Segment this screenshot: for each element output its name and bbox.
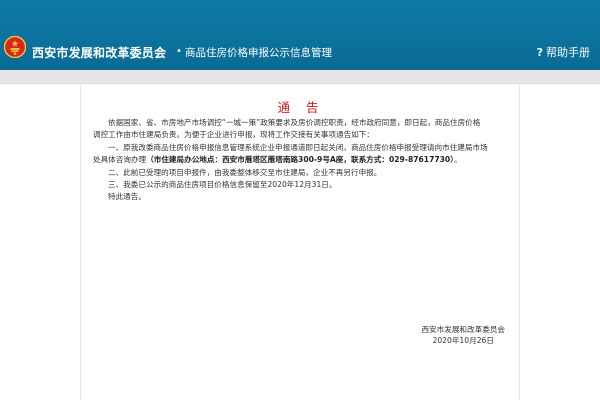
help-manual-link[interactable]: ? 帮助手册	[537, 44, 590, 60]
notice-panel: 通 告 依据国家、省、市房地产市场调控“一城一策”政策要求及房价调控职责，经市政…	[80, 84, 520, 400]
title-separator: •	[176, 46, 182, 57]
site-title[interactable]: 西安市发展和改革委员会	[32, 44, 166, 61]
paragraph-2-prefix: 处具体咨询办理	[93, 155, 147, 165]
notice-body: 依据国家、省、市房地产市场调控“一城一策”政策要求及房价调控职责，经市政府同意，…	[93, 117, 519, 204]
notice-title: 通 告	[277, 100, 325, 115]
national-emblem-icon	[4, 36, 26, 58]
help-manual-label: 帮助手册	[546, 46, 590, 59]
paragraph-4: 三、我委已公示的商品住房项目价格信息保留至2020年12月31日。	[108, 180, 337, 190]
contact-info: （市住建局办公地点：西安市雁塔区雁塔南路300-9号A座，联系方式：029-87…	[146, 155, 455, 165]
top-header: 西安市发展和改革委员会 • 商品住房价格申报公示信息管理 ? 帮助手册	[0, 0, 600, 70]
paragraph-2-line-1: 一、原我改委商品住房价格申报信息管理系统企业申报通道即日起关闭，商品住房价格申报…	[108, 142, 488, 152]
paragraph-2-line-2: 处具体咨询办理（市住建局办公地点：西安市雁塔区雁塔南路300-9号A座，联系方式…	[93, 154, 519, 166]
signature-date: 2020年10月26日	[432, 336, 494, 345]
paragraph-1-line-1: 依据国家、省、市房地产市场调控“一城一策”政策要求及房价调控职责，经市政府同意，…	[108, 118, 481, 127]
signature-org: 西安市发展和改革委员会	[421, 325, 505, 334]
signature-block: 西安市发展和改革委员会 2020年10月26日	[421, 324, 505, 346]
system-subtitle: 商品住房价格申报公示信息管理	[185, 47, 332, 59]
paragraph-5: 特此通告。	[108, 192, 146, 202]
question-icon: ?	[536, 45, 543, 59]
paragraph-2-suffix: 。	[454, 155, 462, 165]
paragraph-3: 二、此前已受理的项目申报件，由我委整体移交至市住建局，企业不再另行申报。	[108, 167, 382, 177]
paragraph-1-line-2: 调控工作由市住建局负责。为便于企业进行申报，现将工作交接有关事项通告如下：	[93, 130, 374, 140]
header-divider-strip	[0, 70, 600, 84]
